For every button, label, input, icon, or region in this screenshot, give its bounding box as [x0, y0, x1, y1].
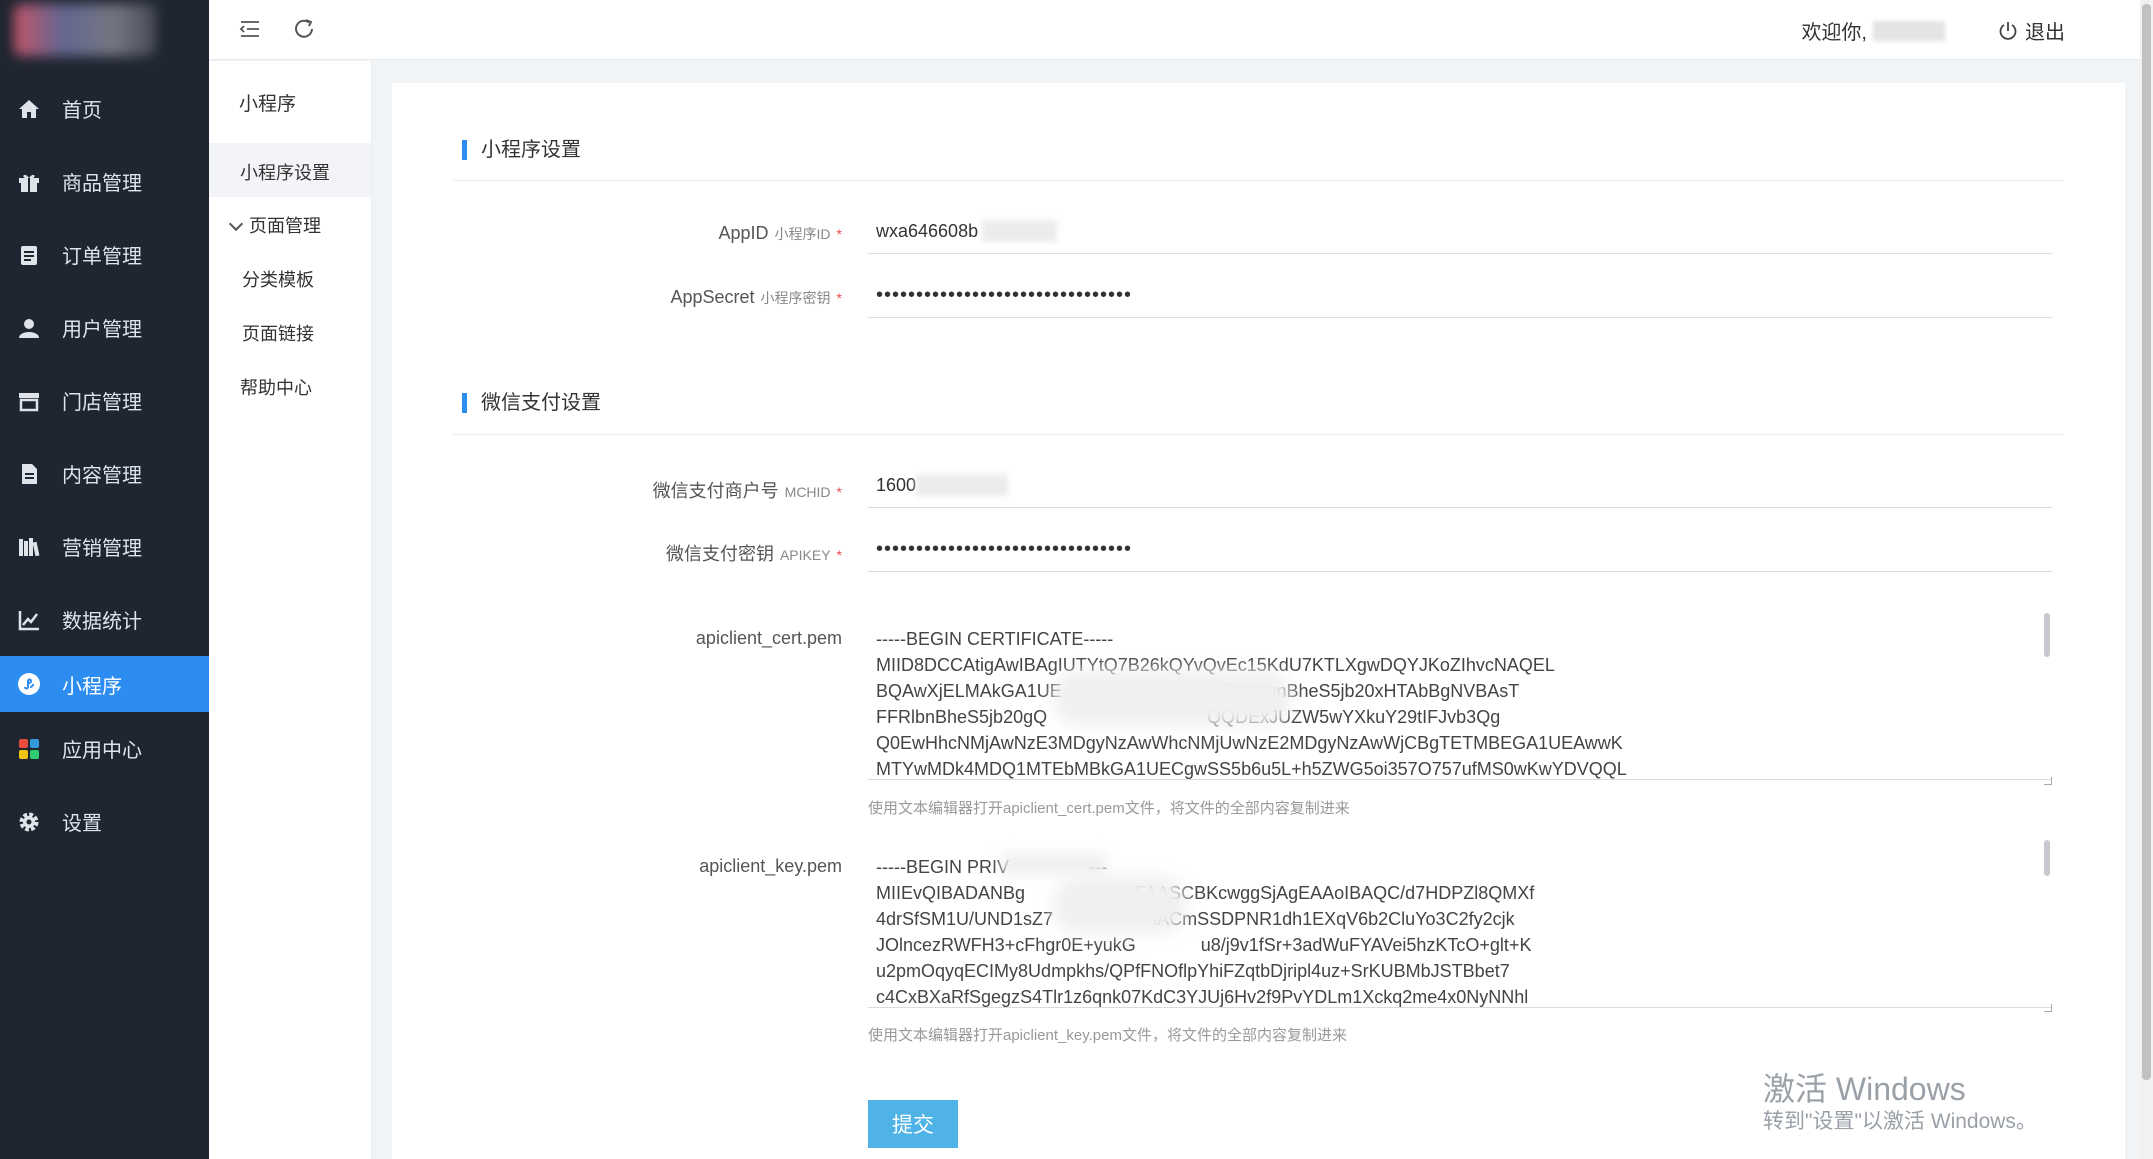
miniprogram-icon	[16, 671, 42, 697]
username-redacted	[1873, 20, 1945, 41]
nav-item-products[interactable]: 商品管理	[0, 145, 209, 218]
nav-item-app-center[interactable]: 应用中心	[0, 712, 209, 785]
nav-item-label: 首页	[62, 100, 102, 122]
welcome-text: 欢迎你,	[1801, 16, 1945, 45]
required-mark: *	[836, 484, 842, 500]
page-scrollbar[interactable]	[2140, 0, 2153, 1159]
nav-item-settings[interactable]: 设置	[0, 785, 209, 858]
submenu-group-label: 页面管理	[249, 216, 321, 236]
submenu-item-settings[interactable]: 小程序设置	[240, 159, 330, 185]
home-icon	[16, 96, 42, 122]
redacted-patch	[916, 474, 1008, 496]
page-scrollbar-thumb[interactable]	[2142, 4, 2151, 1080]
nav-item-label: 设置	[62, 813, 102, 835]
appid-label-sub: 小程序ID	[774, 226, 831, 242]
required-mark: *	[836, 547, 842, 563]
clipboard-icon	[16, 242, 42, 268]
windows-activation-watermark: 激活 Windows 转到"设置"以激活 Windows。	[1763, 1071, 2037, 1137]
appid-label: AppID 小程序ID *	[392, 223, 842, 244]
cert-scroll-thumb[interactable]	[2044, 613, 2050, 657]
nav-item-content[interactable]: 内容管理	[0, 437, 209, 510]
nav-item-label: 订单管理	[62, 246, 142, 268]
cert-hint: 使用文本编辑器打开apiclient_cert.pem文件，将文件的全部内容复制…	[868, 800, 1350, 817]
nav-item-label: 用户管理	[62, 319, 142, 341]
mchid-input[interactable]	[868, 464, 2052, 508]
submenu-group-page-manage[interactable]: 页面管理	[228, 212, 321, 238]
nav-item-marketing[interactable]: 营销管理	[0, 510, 209, 583]
nav-item-label: 小程序	[62, 675, 122, 698]
nav-item-stores[interactable]: 门店管理	[0, 364, 209, 437]
redacted-patch	[1002, 853, 1107, 875]
submenu-item-category-template[interactable]: 分类模板	[242, 266, 314, 292]
menu-collapse-icon[interactable]	[237, 16, 263, 42]
nav-item-label: 数据统计	[62, 611, 142, 633]
app-logo[interactable]	[14, 4, 156, 56]
appid-label-text: AppID	[718, 223, 769, 243]
user-icon	[16, 315, 42, 341]
redacted-patch	[1052, 670, 1292, 726]
key-hint: 使用文本编辑器打开apiclient_key.pem文件，将文件的全部内容复制进…	[868, 1027, 1347, 1044]
key-scroll-thumb[interactable]	[2044, 840, 2050, 876]
settings-form-card: 小程序设置 AppID 小程序ID * AppSecret 小程序密钥 * 微信支付设置…	[392, 83, 2125, 1159]
section-divider	[452, 434, 2064, 435]
appsecret-label-text: AppSecret	[670, 287, 755, 307]
books-icon	[16, 534, 42, 560]
mchid-label-sub: MCHID	[784, 484, 831, 500]
mchid-label-text: 微信支付商户号	[652, 481, 779, 501]
nav-item-statistics[interactable]: 数据统计	[0, 583, 209, 656]
appsecret-label-sub: 小程序密钥	[760, 290, 831, 306]
section-title-wechat-pay: 微信支付设置	[462, 393, 601, 413]
logout-label: 退出	[2025, 22, 2065, 44]
key-label: apiclient_key.pem	[699, 856, 842, 876]
chevron-down-icon	[228, 216, 244, 232]
nav-item-label: 应用中心	[62, 740, 142, 762]
main-sidebar: 首页 商品管理 订单管理 用户管理 门店管理 内容管理 营销管理 数据统计 小程…	[0, 0, 209, 1159]
welcome-label: 欢迎你,	[1801, 22, 1867, 44]
submit-button[interactable]: 提交	[868, 1100, 958, 1148]
sub-menu: 小程序 小程序设置 页面管理 分类模板 页面链接 帮助中心	[209, 61, 372, 1159]
submenu-title: 小程序	[239, 94, 297, 115]
nav-item-miniprogram[interactable]: 小程序	[0, 656, 209, 712]
appsecret-label: AppSecret 小程序密钥 *	[392, 287, 842, 308]
submenu-item-page-link[interactable]: 页面链接	[242, 320, 314, 346]
required-mark: *	[836, 290, 842, 306]
nav-item-users[interactable]: 用户管理	[0, 291, 209, 364]
top-header: 欢迎你, 退出	[209, 0, 2153, 60]
document-icon	[16, 461, 42, 487]
cert-resize-handle[interactable]	[2044, 777, 2052, 785]
cert-label: apiclient_cert.pem	[695, 628, 842, 648]
key-resize-handle[interactable]	[2044, 1004, 2052, 1012]
apikey-label-text: 微信支付密钥	[665, 544, 774, 564]
refresh-icon[interactable]	[291, 16, 317, 42]
section-divider	[452, 180, 2064, 181]
logout-button[interactable]: 退出	[1997, 16, 2065, 45]
submenu-item-help-center[interactable]: 帮助中心	[240, 374, 312, 400]
power-icon	[1999, 21, 2017, 40]
nav-item-label: 门店管理	[62, 392, 142, 414]
redacted-patch	[1052, 876, 1187, 934]
apps-icon	[16, 736, 42, 762]
nav-item-label: 内容管理	[62, 465, 142, 487]
gear-icon	[16, 809, 42, 835]
apikey-input[interactable]	[868, 528, 2052, 572]
apikey-label: 微信支付密钥 APIKEY *	[392, 540, 842, 566]
nav-item-label: 营销管理	[62, 538, 142, 560]
redacted-patch	[982, 220, 1057, 242]
required-mark: *	[836, 226, 842, 242]
nav-item-home[interactable]: 首页	[0, 72, 209, 145]
nav-item-orders[interactable]: 订单管理	[0, 218, 209, 291]
watermark-line2: 转到"设置"以激活 Windows。	[1763, 1110, 2037, 1133]
chart-icon	[16, 607, 42, 633]
section-title-miniprogram: 小程序设置	[462, 140, 581, 160]
nav-item-label: 商品管理	[62, 173, 142, 195]
store-icon	[16, 388, 42, 414]
apikey-label-sub: APIKEY	[779, 547, 831, 563]
main-nav: 首页 商品管理 订单管理 用户管理 门店管理 内容管理 营销管理 数据统计 小程…	[0, 72, 209, 858]
appsecret-input[interactable]	[868, 274, 2052, 318]
gift-icon	[16, 169, 42, 195]
mchid-label: 微信支付商户号 MCHID *	[392, 477, 842, 503]
watermark-line1: 激活 Windows	[1763, 1071, 1966, 1107]
cert-textarea[interactable]: -----BEGIN CERTIFICATE----- MIID8DCCAtig…	[868, 618, 2052, 780]
